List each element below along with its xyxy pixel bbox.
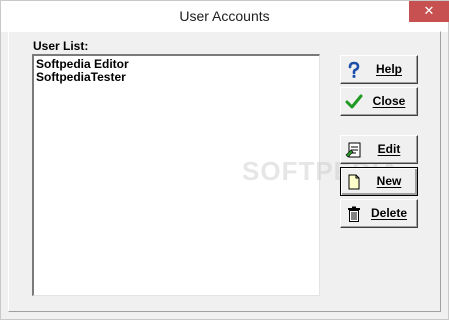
checkmark-icon [345, 93, 363, 111]
new-button[interactable]: New [340, 167, 418, 196]
edit-button-label: Edit [377, 142, 401, 156]
new-button-label: New [376, 174, 402, 188]
edit-document-icon [345, 141, 363, 159]
trash-icon [345, 205, 363, 223]
window-close-button[interactable]: ✕ [409, 1, 449, 22]
help-button-label: Help [375, 62, 402, 76]
help-button[interactable]: Help [340, 55, 418, 84]
close-button-label: Close [372, 94, 406, 108]
close-button[interactable]: Close [340, 87, 418, 116]
list-item-softpedia-tester[interactable]: SoftpediaTester [36, 71, 126, 84]
title-bar: User Accounts ✕ [1, 1, 449, 32]
new-document-icon [345, 173, 363, 191]
user-list-label: User List: [33, 39, 89, 53]
window-title: User Accounts [179, 8, 270, 24]
delete-button-label: Delete [370, 206, 408, 220]
delete-button[interactable]: Delete [340, 199, 418, 228]
question-icon [345, 61, 363, 79]
edit-button[interactable]: Edit [340, 135, 418, 164]
